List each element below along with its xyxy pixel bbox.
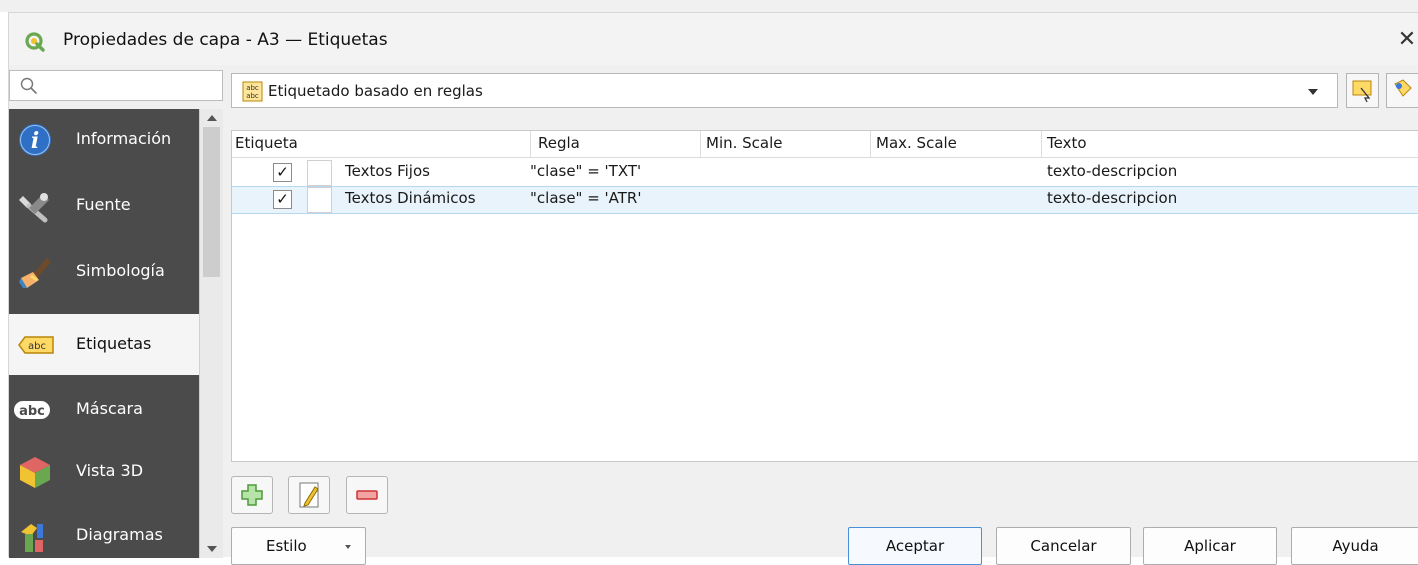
- cancel-button[interactable]: Cancelar: [996, 527, 1131, 565]
- symbology-brush-icon: [19, 258, 51, 288]
- sidebar-item-vista-3d[interactable]: Vista 3D: [9, 441, 199, 502]
- column-divider: [1041, 131, 1042, 158]
- column-divider: [870, 131, 871, 158]
- pin-labels-button[interactable]: [1386, 73, 1418, 108]
- labeling-mode-label: Etiquetado basado en reglas: [268, 82, 483, 100]
- sidebar-item-fuente[interactable]: Fuente: [9, 175, 199, 236]
- sidebar-item-simbologia[interactable]: Simbología: [9, 241, 199, 302]
- rules-tree: Etiqueta Regla Min. Scale Max. Scale Tex…: [231, 130, 1418, 462]
- column-divider: [700, 131, 701, 158]
- search-input[interactable]: [9, 70, 223, 101]
- rule-label: Textos Dinámicos: [345, 189, 476, 207]
- sidebar-item-label: Fuente: [76, 195, 131, 214]
- sidebar-item-label: Etiquetas: [76, 334, 152, 353]
- edit-icon: [299, 482, 319, 508]
- edit-rule-button[interactable]: [288, 476, 330, 514]
- svg-text:i: i: [31, 128, 39, 154]
- info-icon: i: [19, 124, 51, 156]
- row-enabled-checkbox[interactable]: ✓: [273, 190, 292, 209]
- column-header-max-scale[interactable]: Max. Scale: [876, 134, 957, 152]
- label-toolbar-button[interactable]: [1346, 73, 1379, 108]
- svg-text:abc: abc: [246, 84, 259, 92]
- tree-header: Etiqueta Regla Min. Scale Max. Scale Tex…: [232, 131, 1418, 158]
- svg-text:abc: abc: [19, 404, 45, 419]
- svg-text:abc: abc: [28, 341, 46, 352]
- table-row[interactable]: ✓ Textos Dinámicos "clase" = 'ATR' texto…: [232, 186, 1418, 214]
- apply-button[interactable]: Aplicar: [1143, 527, 1277, 565]
- sidebar: i Información Fuente Simbología abc Etiq…: [9, 109, 199, 558]
- qgis-logo-icon: [25, 32, 45, 52]
- sidebar-item-label: Diagramas: [76, 525, 163, 544]
- scrollbar-thumb[interactable]: [203, 127, 220, 277]
- rule-label: Textos Fijos: [345, 162, 430, 180]
- add-icon: [241, 484, 263, 506]
- add-rule-button[interactable]: [231, 476, 273, 514]
- sidebar-item-label: Vista 3D: [76, 461, 144, 480]
- sidebar-item-diagramas[interactable]: Diagramas: [9, 505, 199, 558]
- diagram-icon: [21, 524, 43, 552]
- layer-properties-dialog: Propiedades de capa - A3 — Etiquetas ✕ i…: [8, 12, 1418, 565]
- chevron-down-icon: [345, 545, 351, 549]
- 3d-cube-icon: [20, 457, 50, 488]
- column-header-min-scale[interactable]: Min. Scale: [706, 134, 783, 152]
- sidebar-item-mascara[interactable]: abc Máscara: [9, 379, 199, 440]
- sidebar-scrollbar[interactable]: [199, 109, 223, 558]
- search-icon: [20, 77, 37, 94]
- remove-rule-button[interactable]: [346, 476, 388, 514]
- column-header-regla[interactable]: Regla: [538, 134, 580, 152]
- labeling-mode-select[interactable]: abc abc Etiquetado basado en reglas: [231, 73, 1338, 108]
- rule-text-field: texto-descripcion: [1047, 189, 1178, 207]
- sidebar-item-etiquetas[interactable]: abc Etiquetas: [9, 314, 199, 375]
- remove-icon: [356, 490, 378, 500]
- column-header-etiqueta[interactable]: Etiqueta: [235, 134, 298, 152]
- sidebar-item-label: Simbología: [76, 261, 165, 280]
- sidebar-item-label: Información: [76, 129, 172, 148]
- scroll-down-icon[interactable]: [207, 546, 217, 552]
- row-enabled-checkbox[interactable]: ✓: [273, 163, 292, 182]
- table-row[interactable]: ✓ Textos Fijos "clase" = 'TXT' texto-des…: [232, 159, 1418, 187]
- rule-expression: "clase" = 'TXT': [530, 162, 642, 180]
- source-tools-icon: [19, 193, 49, 223]
- rule-text-field: texto-descripcion: [1047, 162, 1178, 180]
- svg-text:abc: abc: [246, 92, 259, 100]
- rule-based-labels-icon: abc abc: [242, 81, 263, 102]
- style-button-label: Estilo: [266, 537, 307, 555]
- chevron-down-icon: [1308, 89, 1318, 95]
- mask-abc-icon: abc: [14, 401, 50, 419]
- sidebar-item-informacion[interactable]: i Información: [9, 109, 199, 170]
- help-button[interactable]: Ayuda: [1291, 527, 1418, 565]
- scroll-up-icon[interactable]: [207, 115, 217, 121]
- rule-expression: "clase" = 'ATR': [530, 189, 642, 207]
- column-header-texto[interactable]: Texto: [1047, 134, 1087, 152]
- sidebar-item-label: Máscara: [76, 399, 143, 418]
- label-preview-swatch: [307, 187, 332, 213]
- background-strip: [0, 0, 1418, 12]
- close-button[interactable]: ✕: [1395, 27, 1418, 55]
- labels-abc-icon: abc: [18, 336, 54, 354]
- label-preview-swatch: [307, 160, 332, 186]
- window-title: Propiedades de capa - A3 — Etiquetas: [63, 30, 388, 50]
- title-bar: Propiedades de capa - A3 — Etiquetas ✕: [9, 13, 1418, 65]
- style-menu-button[interactable]: Estilo: [231, 527, 366, 565]
- label-tool-icon: [1352, 80, 1372, 103]
- accept-button[interactable]: Aceptar: [848, 527, 982, 565]
- pin-labels-icon: [1394, 79, 1412, 97]
- column-divider: [530, 131, 531, 158]
